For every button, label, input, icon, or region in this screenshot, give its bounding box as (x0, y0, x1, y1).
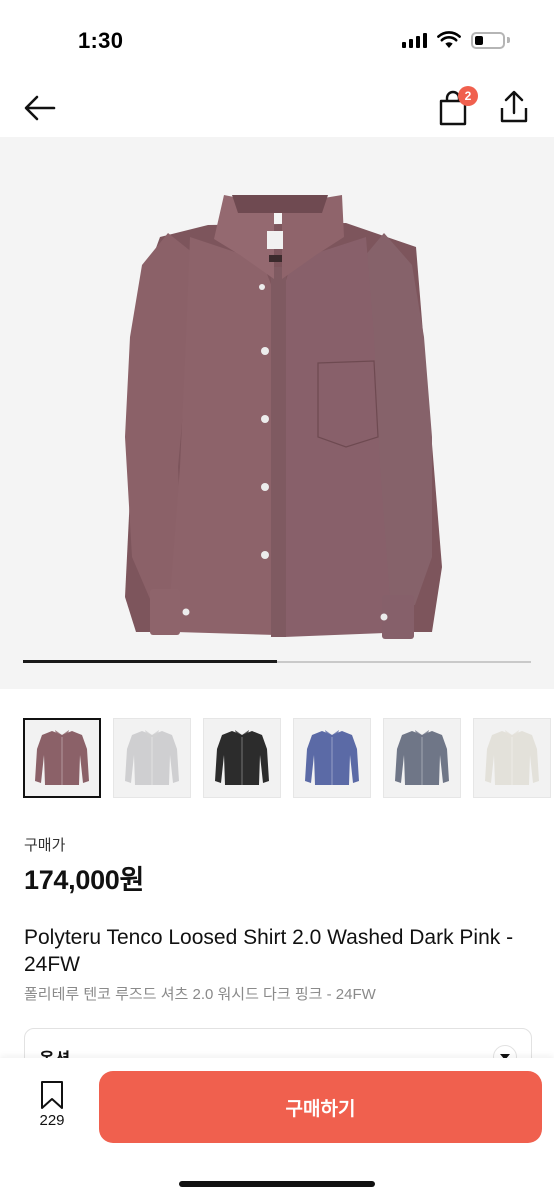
color-thumbnail[interactable] (23, 718, 101, 798)
product-subtitle: 폴리테루 텐코 루즈드 셔츠 2.0 워시드 다크 핑크 - 24FW (24, 986, 376, 1003)
wifi-icon (437, 31, 461, 48)
top-navigation-bar: 2 (0, 80, 554, 136)
color-thumbnail[interactable] (113, 718, 191, 798)
back-button[interactable] (22, 90, 58, 126)
cart-count-badge: 2 (458, 86, 478, 106)
thumbnail-shirt-image (305, 730, 359, 785)
carousel-progress-fill (23, 660, 277, 663)
color-thumbnail[interactable] (383, 718, 461, 798)
battery-icon (471, 31, 510, 49)
bookmark-icon (41, 1081, 63, 1109)
status-bar: 1:30 (0, 0, 554, 80)
home-indicator (179, 1181, 375, 1187)
share-button[interactable] (496, 88, 532, 126)
color-thumbnail[interactable] (473, 718, 551, 798)
cellular-signal-icon (402, 32, 427, 48)
back-arrow-icon (24, 95, 56, 121)
color-thumbnail[interactable] (293, 718, 371, 798)
share-icon (500, 90, 528, 123)
wishlist-count: 229 (39, 1112, 65, 1129)
color-thumbnail[interactable] (203, 718, 281, 798)
thumbnail-shirt-image (485, 730, 539, 785)
thumbnail-shirt-image (215, 730, 269, 785)
product-image-carousel[interactable] (0, 137, 554, 689)
thumbnail-shirt-image (125, 730, 179, 785)
price-label: 구매가 (24, 837, 66, 854)
bottom-action-bar: 229 구매하기 (0, 1058, 554, 1200)
price-value: 174,000원 (24, 865, 145, 895)
color-variant-thumbnails (23, 718, 554, 800)
wishlist-button[interactable]: 229 (30, 1080, 74, 1134)
thumbnail-shirt-image (395, 730, 449, 785)
buy-button[interactable]: 구매하기 (99, 1071, 542, 1143)
status-icons (402, 31, 510, 49)
product-image (23, 195, 531, 663)
thumbnail-shirt-image (35, 730, 89, 785)
status-time: 1:30 (78, 28, 124, 53)
product-title: Polyteru Tenco Loosed Shirt 2.0 Washed D… (24, 926, 514, 976)
